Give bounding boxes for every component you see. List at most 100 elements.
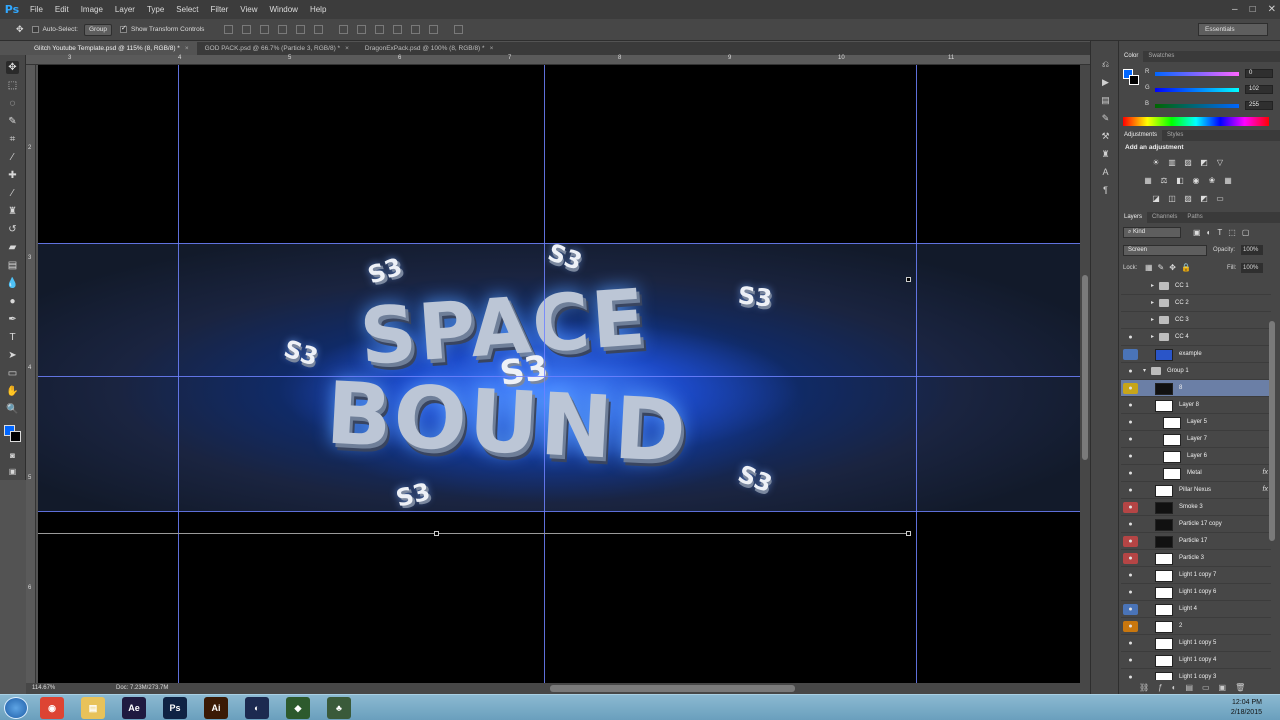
expand-arrow-icon[interactable]: ▾	[1143, 367, 1146, 374]
layer-name[interactable]: Light 4	[1179, 606, 1197, 612]
layer-row[interactable]: ● Light 1 copy 3	[1121, 669, 1271, 680]
layer-row[interactable]: ● Smoke 3	[1121, 499, 1271, 516]
eye-icon[interactable]: ●	[1123, 332, 1138, 343]
layers-footer-icons[interactable]: ⛓ƒ◐▤▭▣🗑	[1139, 683, 1254, 692]
layer-name[interactable]: Group 1	[1167, 368, 1189, 374]
guide-horizontal[interactable]	[38, 243, 1080, 244]
lock-icons[interactable]: ▦✎✥🔒	[1145, 263, 1196, 272]
auto-select-checkbox[interactable]	[31, 26, 39, 33]
tab-glitch-template[interactable]: Glitch Youtube Template.psd @ 115% (8, R…	[26, 42, 197, 55]
distribute-top-icon[interactable]	[339, 25, 349, 34]
exposure-icon[interactable]: ◩	[1199, 158, 1209, 167]
expand-arrow-icon[interactable]: ▸	[1151, 316, 1154, 323]
menu-layer[interactable]: Layer	[109, 0, 141, 19]
healing-tool-icon[interactable]: ✚	[6, 169, 19, 182]
layer-name[interactable]: Light 1 copy 7	[1179, 572, 1216, 578]
vertical-ruler[interactable]: 2 3 4 5 6	[26, 65, 36, 683]
eye-icon[interactable]: ●	[1123, 621, 1138, 632]
menu-type[interactable]: Type	[141, 0, 170, 19]
color-lookup-icon[interactable]: ▦	[1223, 176, 1233, 185]
auto-align-icon[interactable]	[454, 25, 464, 34]
layer-thumbnail[interactable]	[1163, 451, 1181, 463]
eye-icon[interactable]: ●	[1123, 366, 1138, 377]
menu-select[interactable]: Select	[170, 0, 204, 19]
layer-row[interactable]: ● Light 1 copy 4	[1121, 652, 1271, 669]
layer-row[interactable]: ● 2	[1121, 618, 1271, 635]
blue-track[interactable]	[1155, 104, 1239, 108]
invert-icon[interactable]: ◪	[1151, 194, 1161, 203]
guide-horizontal[interactable]	[38, 376, 1080, 377]
history-brush-icon[interactable]: ↺	[6, 223, 19, 236]
menu-window[interactable]: Window	[264, 0, 304, 19]
scroll-thumb[interactable]	[1082, 275, 1088, 460]
expand-arrow-icon[interactable]: ▸	[1151, 282, 1154, 289]
layer-name[interactable]: Light 1 copy 3	[1179, 674, 1216, 680]
eye-icon[interactable]	[1123, 281, 1138, 292]
close-icon[interactable]: ×	[185, 45, 189, 52]
layer-thumbnail[interactable]	[1155, 349, 1173, 361]
auto-select-dropdown[interactable]: Group	[83, 23, 113, 36]
menu-image[interactable]: Image	[75, 0, 109, 19]
character-icon[interactable]: A	[1100, 167, 1111, 178]
layer-thumbnail[interactable]	[1155, 536, 1173, 548]
curves-icon[interactable]: ▨	[1183, 158, 1193, 167]
path-select-tool-icon[interactable]: ➤	[6, 349, 19, 362]
guide-vertical[interactable]	[178, 65, 179, 683]
align-bottom-icon[interactable]	[260, 25, 270, 34]
taskbar-app-icon[interactable]: Ps	[163, 697, 187, 719]
layer-thumbnail[interactable]	[1163, 434, 1181, 446]
workspace-switcher[interactable]: Essentials	[1198, 23, 1268, 36]
layer-list[interactable]: ▸ CC 1 ▸ CC 2 ▸ CC 3 ● ▸ CC 4 example ● ▾ Group 1 ● 8 ●…	[1121, 278, 1271, 680]
layer-thumbnail[interactable]	[1163, 417, 1181, 429]
tab-dragon-ex-pack[interactable]: DragonExPack.psd @ 100% (8, RGB/8) * ×	[357, 42, 501, 55]
guide-vertical[interactable]	[916, 65, 917, 683]
layer-row[interactable]: ▸ CC 1	[1121, 278, 1271, 295]
eye-icon[interactable]	[1123, 315, 1138, 326]
move-tool-icon[interactable]: ✥	[6, 61, 19, 74]
eye-icon[interactable]	[1123, 349, 1138, 360]
layer-name[interactable]: Layer 8	[1179, 402, 1199, 408]
layer-row[interactable]: ● Particle 17 copy	[1121, 516, 1271, 533]
layer-thumbnail[interactable]	[1163, 468, 1181, 480]
layer-name[interactable]: Particle 17	[1179, 538, 1207, 544]
layer-name[interactable]: 2	[1179, 623, 1182, 629]
vertical-scrollbar[interactable]	[1080, 65, 1090, 683]
gradient-map-icon[interactable]: ▭	[1215, 194, 1225, 203]
distribute-hcenter-icon[interactable]	[411, 25, 421, 34]
eye-icon[interactable]: ●	[1123, 400, 1138, 411]
hue-icon[interactable]: ▦	[1143, 176, 1153, 185]
eyedropper-tool-icon[interactable]: ⁄	[6, 151, 19, 164]
show-transform-checkbox[interactable]	[120, 24, 128, 33]
document-canvas[interactable]: S3 S3 S3 S3 S3 S3 SPACE BOUND S3	[38, 65, 1080, 683]
filter-kind-dropdown[interactable]: ⌕ Kind	[1123, 227, 1181, 238]
eye-icon[interactable]: ●	[1123, 485, 1138, 496]
layer-name[interactable]: Light 1 copy 4	[1179, 657, 1216, 663]
color-spectrum[interactable]	[1123, 117, 1269, 126]
layer-thumbnail[interactable]	[1155, 502, 1173, 514]
layers-scroll-thumb[interactable]	[1269, 321, 1275, 541]
move-tool-icon[interactable]: ✥	[16, 24, 24, 35]
distribute-bottom-icon[interactable]	[375, 25, 385, 34]
layer-comps-icon[interactable]: ▤	[1100, 95, 1111, 106]
red-slider[interactable]: R 0	[1145, 69, 1280, 79]
actions-icon[interactable]: ▶	[1100, 77, 1111, 88]
horizontal-ruler[interactable]: 3 4 5 6 7 8 9 10 11	[26, 55, 1090, 65]
taskbar-app-icon[interactable]: ◐	[245, 697, 269, 719]
expand-arrow-icon[interactable]: ▸	[1151, 299, 1154, 306]
layer-row[interactable]: ● 8	[1121, 380, 1271, 397]
layer-thumbnail[interactable]	[1155, 672, 1173, 680]
menu-view[interactable]: View	[234, 0, 263, 19]
fx-icon[interactable]: fx	[1263, 486, 1268, 493]
system-clock[interactable]: 12:04 PM 2/18/2015	[1231, 698, 1262, 718]
menu-filter[interactable]: Filter	[205, 0, 235, 19]
taskbar-app-icon[interactable]: Ae	[122, 697, 146, 719]
layer-row[interactable]: ● Light 1 copy 5	[1121, 635, 1271, 652]
channel-mixer-icon[interactable]: ❀	[1207, 176, 1217, 185]
layer-row[interactable]: ● Metal fx	[1121, 465, 1271, 482]
layer-row[interactable]: ● Particle 17	[1121, 533, 1271, 550]
brush-tool-icon[interactable]: ⁄	[6, 187, 19, 200]
eraser-tool-icon[interactable]: ▰	[6, 241, 19, 254]
maximize-button[interactable]: □	[1250, 4, 1256, 15]
layer-row[interactable]: ▸ CC 3	[1121, 312, 1271, 329]
gradient-tool-icon[interactable]: ▤	[6, 259, 19, 272]
